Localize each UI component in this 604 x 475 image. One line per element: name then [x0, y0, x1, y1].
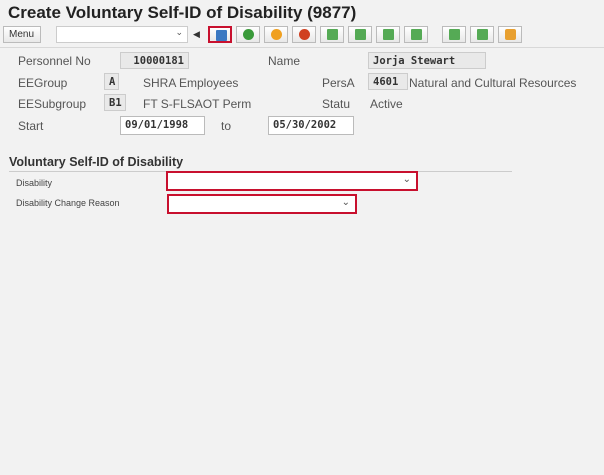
back-icon — [243, 29, 254, 40]
eegroup-text: SHRA Employees — [143, 76, 239, 90]
menu-button[interactable]: Menu — [3, 26, 41, 43]
copy-icon — [477, 29, 488, 40]
new-icon — [449, 29, 460, 40]
eesubgroup-field: B1 — [104, 94, 126, 111]
overview-button[interactable] — [498, 26, 522, 43]
to-label: to — [221, 119, 232, 133]
name-label: Name — [268, 54, 301, 68]
cancel-icon — [299, 29, 310, 40]
exit-icon — [271, 29, 282, 40]
page-title: Create Voluntary Self-ID of Disability (… — [8, 3, 357, 22]
toolbar: Menu ⌄ ◀ — [0, 23, 604, 48]
next-button[interactable] — [376, 26, 400, 43]
eesubgroup-label: EESubgroup — [18, 97, 87, 111]
persa-text: Natural and Cultural Resources — [409, 76, 577, 90]
personnel-no-field: 10000181 — [120, 52, 189, 69]
name-field: Jorja Stewart — [368, 52, 486, 69]
personnel-no-label: Personnel No — [18, 54, 91, 68]
previous-icon — [327, 29, 338, 40]
back-button[interactable] — [236, 26, 260, 43]
first-button[interactable] — [348, 26, 372, 43]
disability-change-reason-select[interactable]: ⌄ — [167, 194, 357, 214]
start-date-input[interactable]: 09/01/1998 — [120, 116, 205, 135]
save-button[interactable] — [208, 26, 232, 43]
start-label: Start — [18, 119, 44, 133]
save-icon — [216, 30, 227, 41]
next-icon — [383, 29, 394, 40]
persa-field: 4601 — [368, 73, 408, 90]
section-title: Voluntary Self-ID of Disability — [9, 155, 184, 169]
status-value: Active — [370, 97, 403, 111]
first-icon — [355, 29, 366, 40]
last-icon — [411, 29, 422, 40]
eegroup-field: A — [104, 73, 119, 90]
disability-select[interactable]: ⌄ — [166, 171, 418, 191]
overview-icon — [505, 29, 516, 40]
chevron-down-icon: ⌄ — [402, 174, 411, 185]
eesubgroup-text: FT S-FLSAOT Perm — [143, 97, 252, 111]
cancel-button[interactable] — [292, 26, 316, 43]
previous-button[interactable] — [320, 26, 344, 43]
exit-button[interactable] — [264, 26, 288, 43]
disability-change-reason-label: Disability Change Reason — [16, 198, 120, 208]
new-button[interactable] — [442, 26, 466, 43]
disability-label: Disability — [16, 178, 53, 188]
persa-label: PersA — [322, 76, 355, 90]
collapse-arrow-icon[interactable]: ◀ — [193, 29, 200, 40]
copy-button[interactable] — [470, 26, 494, 43]
last-button[interactable] — [404, 26, 428, 43]
status-label: Statu — [322, 97, 351, 111]
command-field[interactable]: ⌄ — [56, 26, 188, 43]
end-date-input[interactable]: 05/30/2002 — [268, 116, 354, 135]
chevron-down-icon: ⌄ — [341, 197, 350, 208]
eegroup-label: EEGroup — [18, 76, 68, 90]
